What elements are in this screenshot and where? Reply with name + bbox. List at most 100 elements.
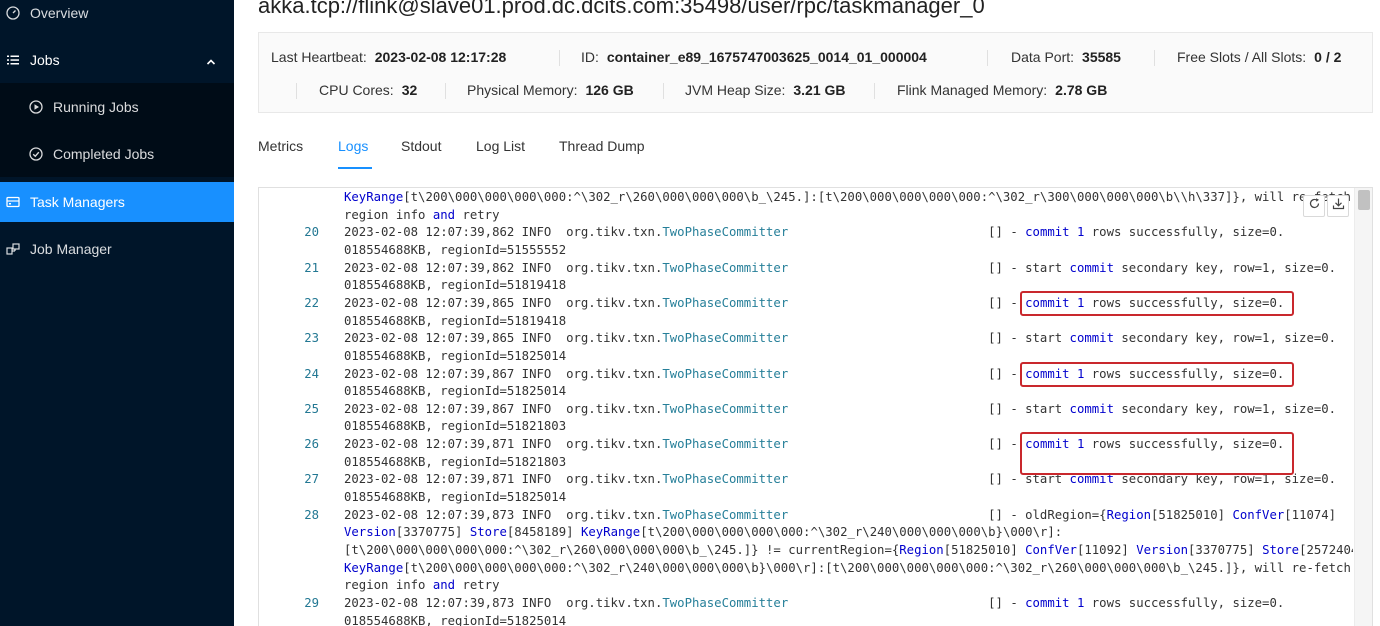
managed-value: 2.78 GB <box>1055 82 1108 98</box>
sidebar-item-job-manager[interactable]: Job Manager <box>0 229 234 269</box>
sidebar-item-jobs[interactable]: Jobs <box>0 40 234 80</box>
jvm-value: 3.21 GB <box>793 82 846 98</box>
last-heartbeat: Last Heartbeat: 2023-02-08 12:17:28 <box>271 49 506 65</box>
log-line-text: KeyRange[t\200\000\000\000\000:^\302_r\2… <box>344 190 1351 204</box>
sidebar-item-label: Task Managers <box>30 194 125 210</box>
id-value: container_e89_1675747003625_0014_01_0000… <box>606 49 927 65</box>
download-icon <box>1332 197 1345 215</box>
jvm-label: JVM Heap Size: <box>685 82 786 98</box>
divider <box>296 83 297 99</box>
log-line-text: KeyRange[t\200\000\000\000\000:^\302_r\2… <box>344 560 1351 575</box>
log-line-text: 018554688KB, regionId=51819418 <box>344 313 567 328</box>
last-heartbeat-label: Last Heartbeat: <box>271 49 367 65</box>
sidebar-item-completed-jobs[interactable]: Completed Jobs <box>0 130 234 177</box>
log-line-text: region info and retry <box>344 578 500 593</box>
log-line-text: 018554688KB, regionId=51825014 <box>344 490 567 505</box>
highlight-box <box>1020 361 1294 387</box>
sidebar-item-overview[interactable]: Overview <box>0 0 234 33</box>
refresh-icon <box>1308 197 1321 215</box>
check-circle-icon <box>29 146 43 161</box>
cluster-icon <box>6 242 20 256</box>
log-line-number: 22 <box>304 295 319 310</box>
jvm-heap: JVM Heap Size: 3.21 GB <box>685 82 846 98</box>
tab-metrics[interactable]: Metrics <box>258 138 303 154</box>
download-button[interactable] <box>1327 195 1349 217</box>
log-line-number: 29 <box>304 595 319 610</box>
log-line-text: 2023-02-08 12:07:39,873 INFO org.tikv.tx… <box>344 595 1285 610</box>
sidebar: Overview Jobs Running Jobs Completed Job… <box>0 0 234 626</box>
log-line-number: 24 <box>304 366 319 381</box>
divider <box>987 50 988 66</box>
log-line-text: 2023-02-08 12:07:39,867 INFO org.tikv.tx… <box>344 401 1337 416</box>
managed-memory: Flink Managed Memory: 2.78 GB <box>897 82 1107 98</box>
main-content: akka.tcp://flink@slave01.prod.dc.dcits.c… <box>234 0 1380 626</box>
log-line-number: 23 <box>304 331 319 346</box>
tab-log-list[interactable]: Log List <box>476 138 525 154</box>
log-scrollbar[interactable] <box>1354 188 1372 626</box>
log-line-text: 018554688KB, regionId=51821803 <box>344 419 567 434</box>
slots-label: Free Slots / All Slots: <box>1177 49 1307 65</box>
tab-logs[interactable]: Logs <box>338 138 368 154</box>
dashboard-icon <box>6 6 20 20</box>
sidebar-item-running-jobs[interactable]: Running Jobs <box>0 83 234 130</box>
log-line-text: 018554688KB, regionId=51819418 <box>344 278 567 293</box>
tab-stdout[interactable]: Stdout <box>401 138 441 154</box>
scrollbar-thumb[interactable] <box>1358 190 1370 210</box>
play-circle-icon <box>29 99 43 114</box>
log-line-text: 018554688KB, regionId=51825014 <box>344 348 567 363</box>
physical-memory: Physical Memory: 126 GB <box>467 82 634 98</box>
log-line-text: [t\200\000\000\000\000:^\302_r\260\000\0… <box>344 543 1353 557</box>
server-icon <box>6 195 20 209</box>
log-line-number: 20 <box>304 225 319 240</box>
log-line-text: region info and retry <box>344 207 500 222</box>
data-port-label: Data Port: <box>1011 49 1075 65</box>
tab-thread-dump[interactable]: Thread Dump <box>559 138 645 154</box>
highlight-box <box>1020 432 1294 476</box>
log-line-text: 018554688KB, regionId=51555552 <box>344 242 567 257</box>
phys-mem-value: 126 GB <box>585 82 634 98</box>
list-icon <box>6 53 20 67</box>
page-title: akka.tcp://flink@slave01.prod.dc.dcits.c… <box>258 0 985 18</box>
sidebar-item-label: Jobs <box>30 52 60 68</box>
divider <box>663 83 664 99</box>
log-content[interactable]: KeyRange[t\200\000\000\000\000:^\302_r\2… <box>259 188 1353 626</box>
log-toolbar <box>1303 195 1349 217</box>
active-tab-indicator <box>338 167 372 169</box>
divider <box>1154 50 1155 66</box>
log-line-number: 21 <box>304 260 319 275</box>
cpu-value: 32 <box>401 82 418 98</box>
sidebar-item-label: Running Jobs <box>53 98 139 115</box>
divider <box>559 50 560 66</box>
log-line-number: 28 <box>304 507 319 522</box>
log-line-text: 018554688KB, regionId=51825014 <box>344 613 567 626</box>
log-viewer[interactable]: KeyRange[t\200\000\000\000\000:^\302_r\2… <box>258 187 1373 626</box>
taskmanager-info-panel: Last Heartbeat: 2023-02-08 12:17:28 ID: … <box>258 32 1373 113</box>
cpu-label: CPU Cores: <box>319 82 394 98</box>
log-line-text: 2023-02-08 12:07:39,865 INFO org.tikv.tx… <box>344 331 1337 346</box>
log-line-text: 018554688KB, regionId=51821803 <box>344 454 567 469</box>
log-line-number: 26 <box>304 437 319 452</box>
sidebar-item-task-managers[interactable]: Task Managers <box>0 182 234 222</box>
divider <box>445 83 446 99</box>
container-id: ID: container_e89_1675747003625_0014_01_… <box>581 49 927 65</box>
cpu-cores: CPU Cores: 32 <box>319 82 417 98</box>
data-port-value: 35585 <box>1082 49 1121 65</box>
sidebar-item-label: Overview <box>30 5 89 21</box>
refresh-button[interactable] <box>1303 195 1325 217</box>
log-line-text: 2023-02-08 12:07:39,862 INFO org.tikv.tx… <box>344 225 1285 240</box>
log-line-text: 2023-02-08 12:07:39,862 INFO org.tikv.tx… <box>344 260 1337 275</box>
sidebar-item-label: Job Manager <box>30 241 112 257</box>
log-line-number: 25 <box>304 401 319 416</box>
divider <box>874 83 875 99</box>
chevron-up-icon <box>206 54 216 70</box>
id-label: ID: <box>581 49 599 65</box>
phys-mem-label: Physical Memory: <box>467 82 578 98</box>
log-line-text: 018554688KB, regionId=51825014 <box>344 384 567 399</box>
slots: Free Slots / All Slots: 0 / 2 <box>1177 49 1341 65</box>
data-port: Data Port: 35585 <box>1011 49 1121 65</box>
managed-label: Flink Managed Memory: <box>897 82 1048 98</box>
last-heartbeat-value: 2023-02-08 12:17:28 <box>374 49 507 65</box>
log-line-text: 2023-02-08 12:07:39,873 INFO org.tikv.tx… <box>344 507 1337 522</box>
highlight-box <box>1020 290 1294 316</box>
log-line-number: 27 <box>304 472 319 487</box>
